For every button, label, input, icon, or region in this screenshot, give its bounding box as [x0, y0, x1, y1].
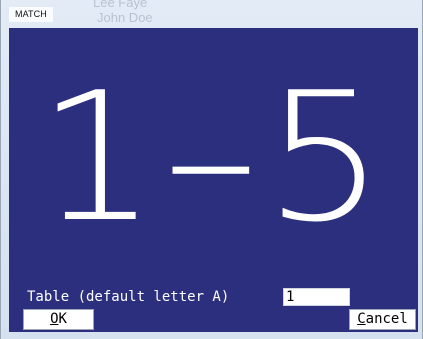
background-text-line: John Doe — [97, 10, 153, 25]
cancel-label-rest: ancel — [365, 311, 408, 327]
ok-button[interactable]: OK — [23, 309, 94, 330]
window-title: MATCH — [9, 7, 53, 22]
cancel-access-key: C — [357, 311, 366, 327]
ok-label-rest: K — [58, 311, 67, 327]
match-dialog-panel: 1–5 Table (default letter A) OK Cancel — [9, 28, 418, 332]
cancel-button[interactable]: Cancel — [349, 309, 416, 330]
table-prompt-label: Table (default letter A) — [27, 289, 230, 305]
ok-button-label: OK — [50, 311, 67, 327]
window-title-bar[interactable]: Lee Faye John Doe MATCH — [1, 0, 422, 28]
match-window: Lee Faye John Doe MATCH 1–5 Table (defau… — [0, 0, 423, 339]
cancel-button-label: Cancel — [357, 311, 408, 327]
ok-access-key: O — [50, 311, 59, 327]
background-text-line: Lee Faye — [93, 0, 148, 10]
match-display: 1–5 — [36, 54, 391, 261]
table-input[interactable] — [283, 288, 350, 306]
